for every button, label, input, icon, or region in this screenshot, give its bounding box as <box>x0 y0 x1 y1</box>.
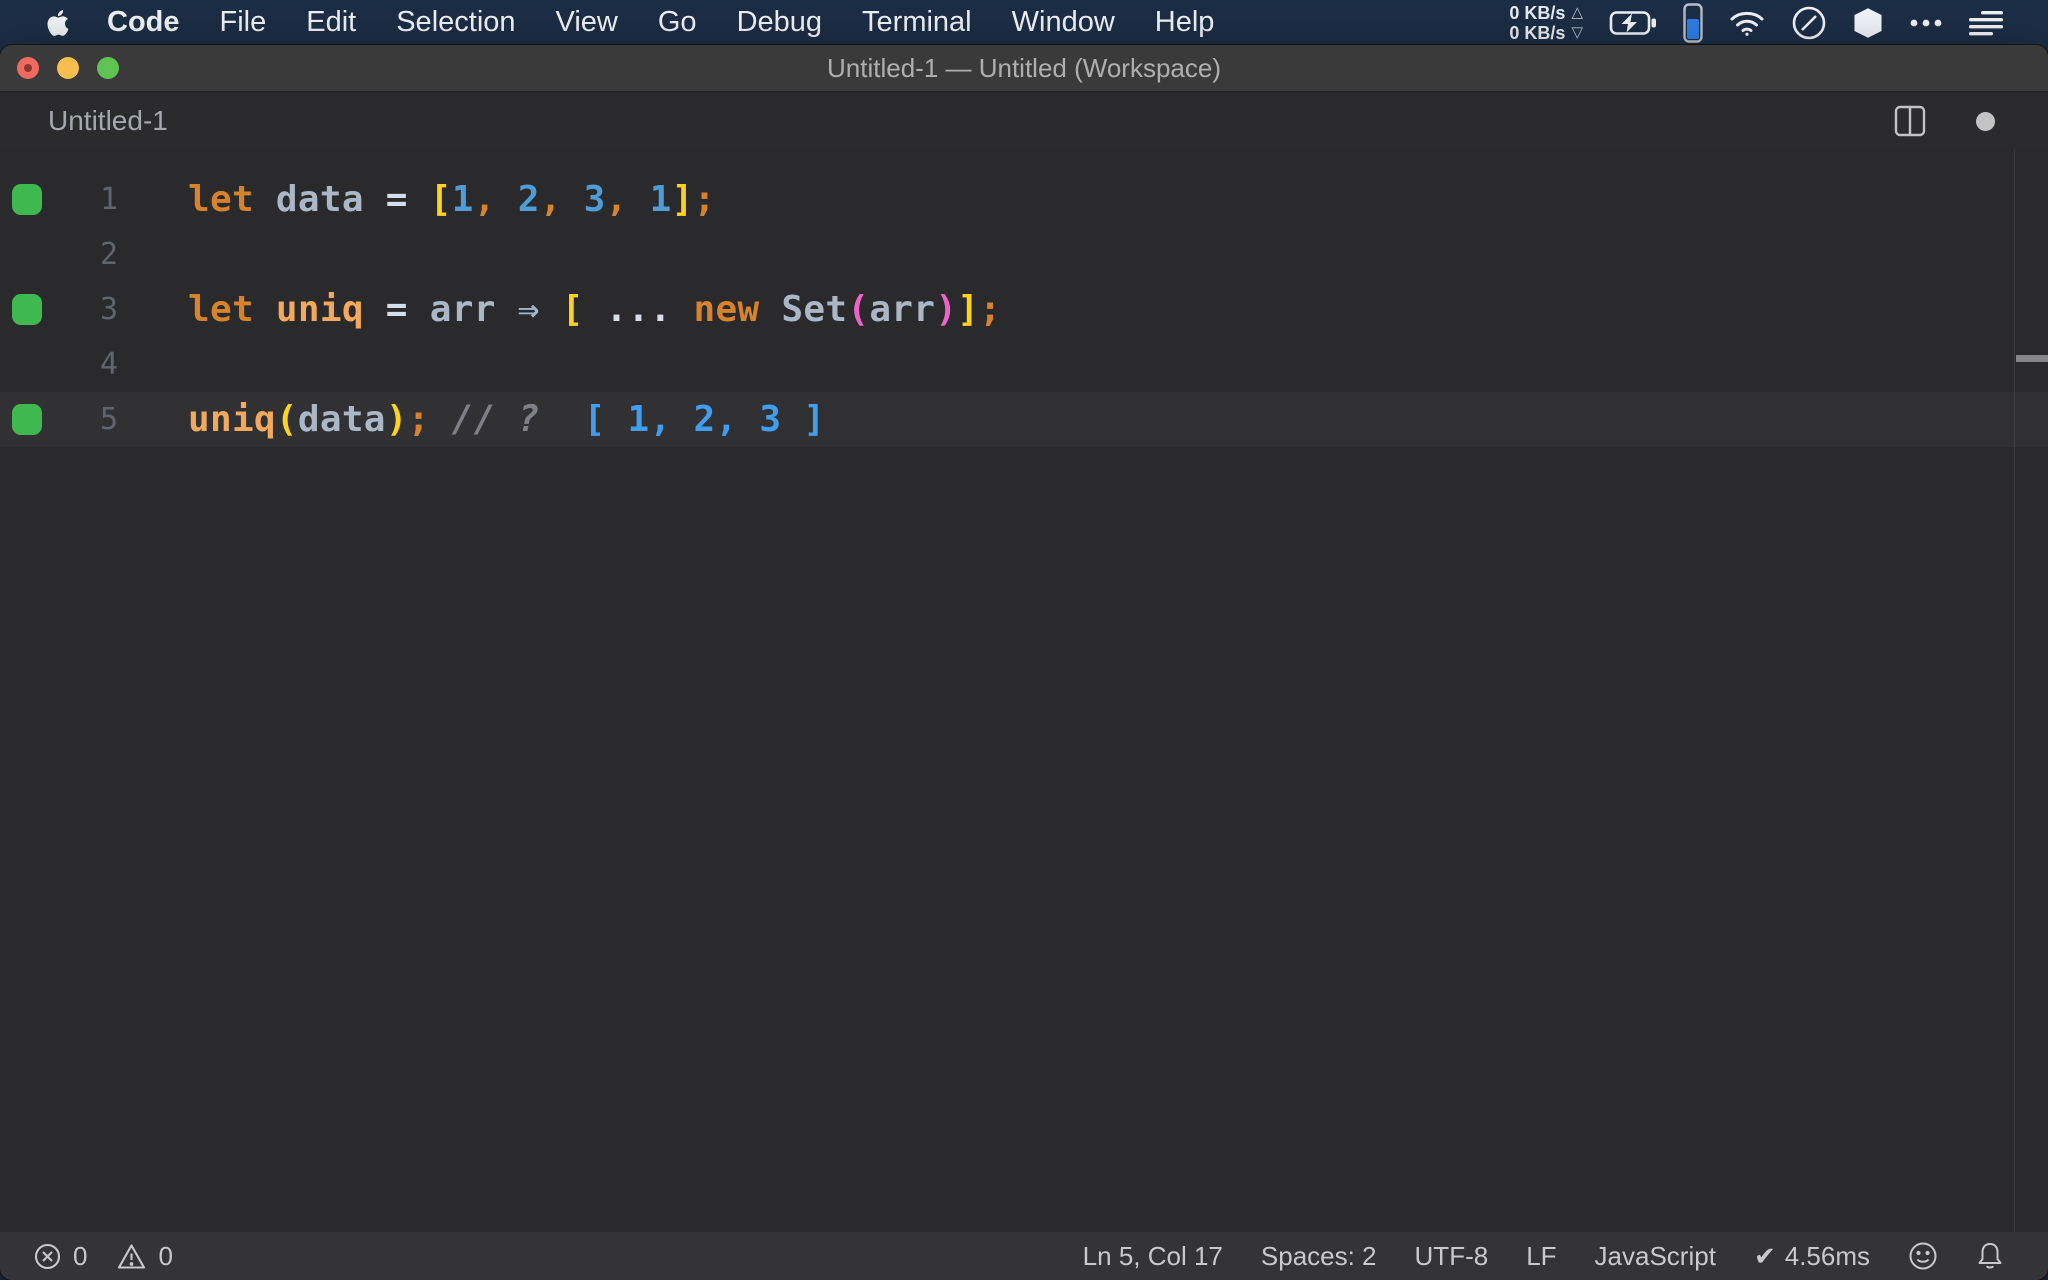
menubar-status-items: 0 KB/s △ 0 KB/s ▽ <box>1509 3 2003 43</box>
check-icon: ✔ <box>1753 1240 1776 1271</box>
indentation-setting[interactable]: Spaces: 2 <box>1261 1241 1377 1272</box>
gutter: 2 <box>0 227 188 282</box>
warning-icon <box>117 1243 146 1270</box>
menu-item-go[interactable]: Go <box>638 6 717 39</box>
editor-lines: 1 let data = [1, 2, 3, 1]; 2 3 let uniq = ar… <box>0 172 2048 447</box>
menu-item-edit[interactable]: Edit <box>286 6 376 39</box>
clock-slash-icon[interactable] <box>1791 5 1827 41</box>
tab-title: Untitled-1 <box>48 105 168 136</box>
menu-item-debug[interactable]: Debug <box>717 6 842 39</box>
more-dots-icon[interactable] <box>1909 18 1943 28</box>
apple-menu[interactable] <box>45 8 71 38</box>
menu-item-selection[interactable]: Selection <box>376 6 535 39</box>
quokka-time: 4.56ms <box>1784 1240 1870 1271</box>
warning-count: 0 <box>158 1240 173 1271</box>
traffic-lights <box>17 45 119 91</box>
menu-items: File Edit Selection View Go Debug Terminal Wind… <box>200 6 1235 39</box>
code-text: let data = [1, 2, 3, 1]; <box>188 179 716 220</box>
window-title: Untitled-1 — Untitled (Workspace) <box>827 52 1221 83</box>
cursor-position-marker <box>2016 355 2048 362</box>
line-number[interactable]: 2 <box>100 227 118 282</box>
gutter: 5 <box>0 392 188 447</box>
cube-app-icon[interactable] <box>1853 7 1883 39</box>
close-button[interactable] <box>17 57 39 79</box>
minimize-button[interactable] <box>57 57 79 79</box>
wifi-icon[interactable] <box>1729 9 1765 37</box>
quokka-coverage-marker <box>12 184 42 215</box>
problems-indicator[interactable]: 0 0 <box>34 1241 173 1272</box>
vscode-window: Untitled-1 — Untitled (Workspace) Untitl… <box>0 45 2048 1280</box>
editor-title-bar: Untitled-1 <box>0 92 2048 150</box>
network-speed-indicator[interactable]: 0 KB/s △ 0 KB/s ▽ <box>1509 3 1583 43</box>
line-number[interactable]: 1 <box>100 172 118 227</box>
menu-item-file[interactable]: File <box>200 6 287 39</box>
upload-arrow-icon: △ <box>1571 3 1583 21</box>
editor-actions <box>1894 105 1995 137</box>
statusbar-right: Ln 5, Col 17 Spaces: 2 UTF-8 LF JavaScri… <box>1083 1241 2004 1272</box>
unsaved-changes-indicator[interactable] <box>1976 111 1995 131</box>
apple-icon <box>45 8 71 38</box>
overview-ruler[interactable] <box>2014 150 2048 1232</box>
code-line-4[interactable]: 4 <box>0 337 2048 392</box>
menu-item-code[interactable]: Code <box>85 6 200 39</box>
code-text: uniq(data); // ? [ 1, 2, 3 ] <box>188 399 826 440</box>
battery-charging-icon[interactable] <box>1609 10 1657 36</box>
line-number[interactable]: 4 <box>100 337 118 392</box>
window-titlebar[interactable]: Untitled-1 — Untitled (Workspace) <box>0 45 2048 92</box>
macos-menu-bar: Code File Edit Selection View Go Debug Termina… <box>0 0 2048 45</box>
code-text: let uniq = arr ⇒ [ ... new Set(arr)]; <box>188 289 1002 330</box>
device-battery-icon[interactable] <box>1683 2 1703 43</box>
notifications-bell-icon[interactable] <box>1976 1241 2004 1271</box>
feedback-smiley-icon[interactable] <box>1908 1241 1938 1271</box>
encoding-setting[interactable]: UTF-8 <box>1415 1241 1489 1272</box>
split-editor-icon[interactable] <box>1894 105 1926 137</box>
code-editor[interactable]: 1 let data = [1, 2, 3, 1]; 2 3 let uniq = ar… <box>0 150 2048 1232</box>
quokka-perf[interactable]: ✔ 4.56ms <box>1754 1241 1870 1272</box>
fullscreen-button[interactable] <box>97 57 119 79</box>
line-number[interactable]: 5 <box>100 392 118 447</box>
error-count: 0 <box>73 1240 88 1271</box>
menu-item-help[interactable]: Help <box>1135 6 1235 39</box>
network-up-speed: 0 KB/s <box>1509 2 1566 23</box>
code-line-3[interactable]: 3 let uniq = arr ⇒ [ ... new Set(arr)]; <box>0 282 2048 337</box>
quokka-coverage-marker <box>12 294 42 325</box>
cursor-position[interactable]: Ln 5, Col 17 <box>1083 1241 1223 1272</box>
language-mode[interactable]: JavaScript <box>1595 1241 1716 1272</box>
code-line-2[interactable]: 2 <box>0 227 2048 282</box>
list-menu-icon[interactable] <box>1969 10 2003 36</box>
download-arrow-icon: ▽ <box>1571 23 1583 41</box>
gutter: 1 <box>0 172 188 227</box>
code-line-5[interactable]: 5 uniq(data); // ? [ 1, 2, 3 ] <box>0 392 2048 447</box>
status-bar: 0 0 Ln 5, Col 17 Spaces: 2 UTF-8 LF Java… <box>0 1232 2048 1280</box>
error-icon <box>34 1243 61 1270</box>
gutter: 3 <box>0 282 188 337</box>
menu-item-view[interactable]: View <box>536 6 638 39</box>
quokka-coverage-marker <box>12 404 42 435</box>
network-down-speed: 0 KB/s <box>1509 22 1566 43</box>
gutter: 4 <box>0 337 188 392</box>
code-line-1[interactable]: 1 let data = [1, 2, 3, 1]; <box>0 172 2048 227</box>
menu-item-terminal[interactable]: Terminal <box>842 6 992 39</box>
menu-item-window[interactable]: Window <box>992 6 1135 39</box>
eol-setting[interactable]: LF <box>1526 1241 1556 1272</box>
line-number[interactable]: 3 <box>100 282 118 337</box>
